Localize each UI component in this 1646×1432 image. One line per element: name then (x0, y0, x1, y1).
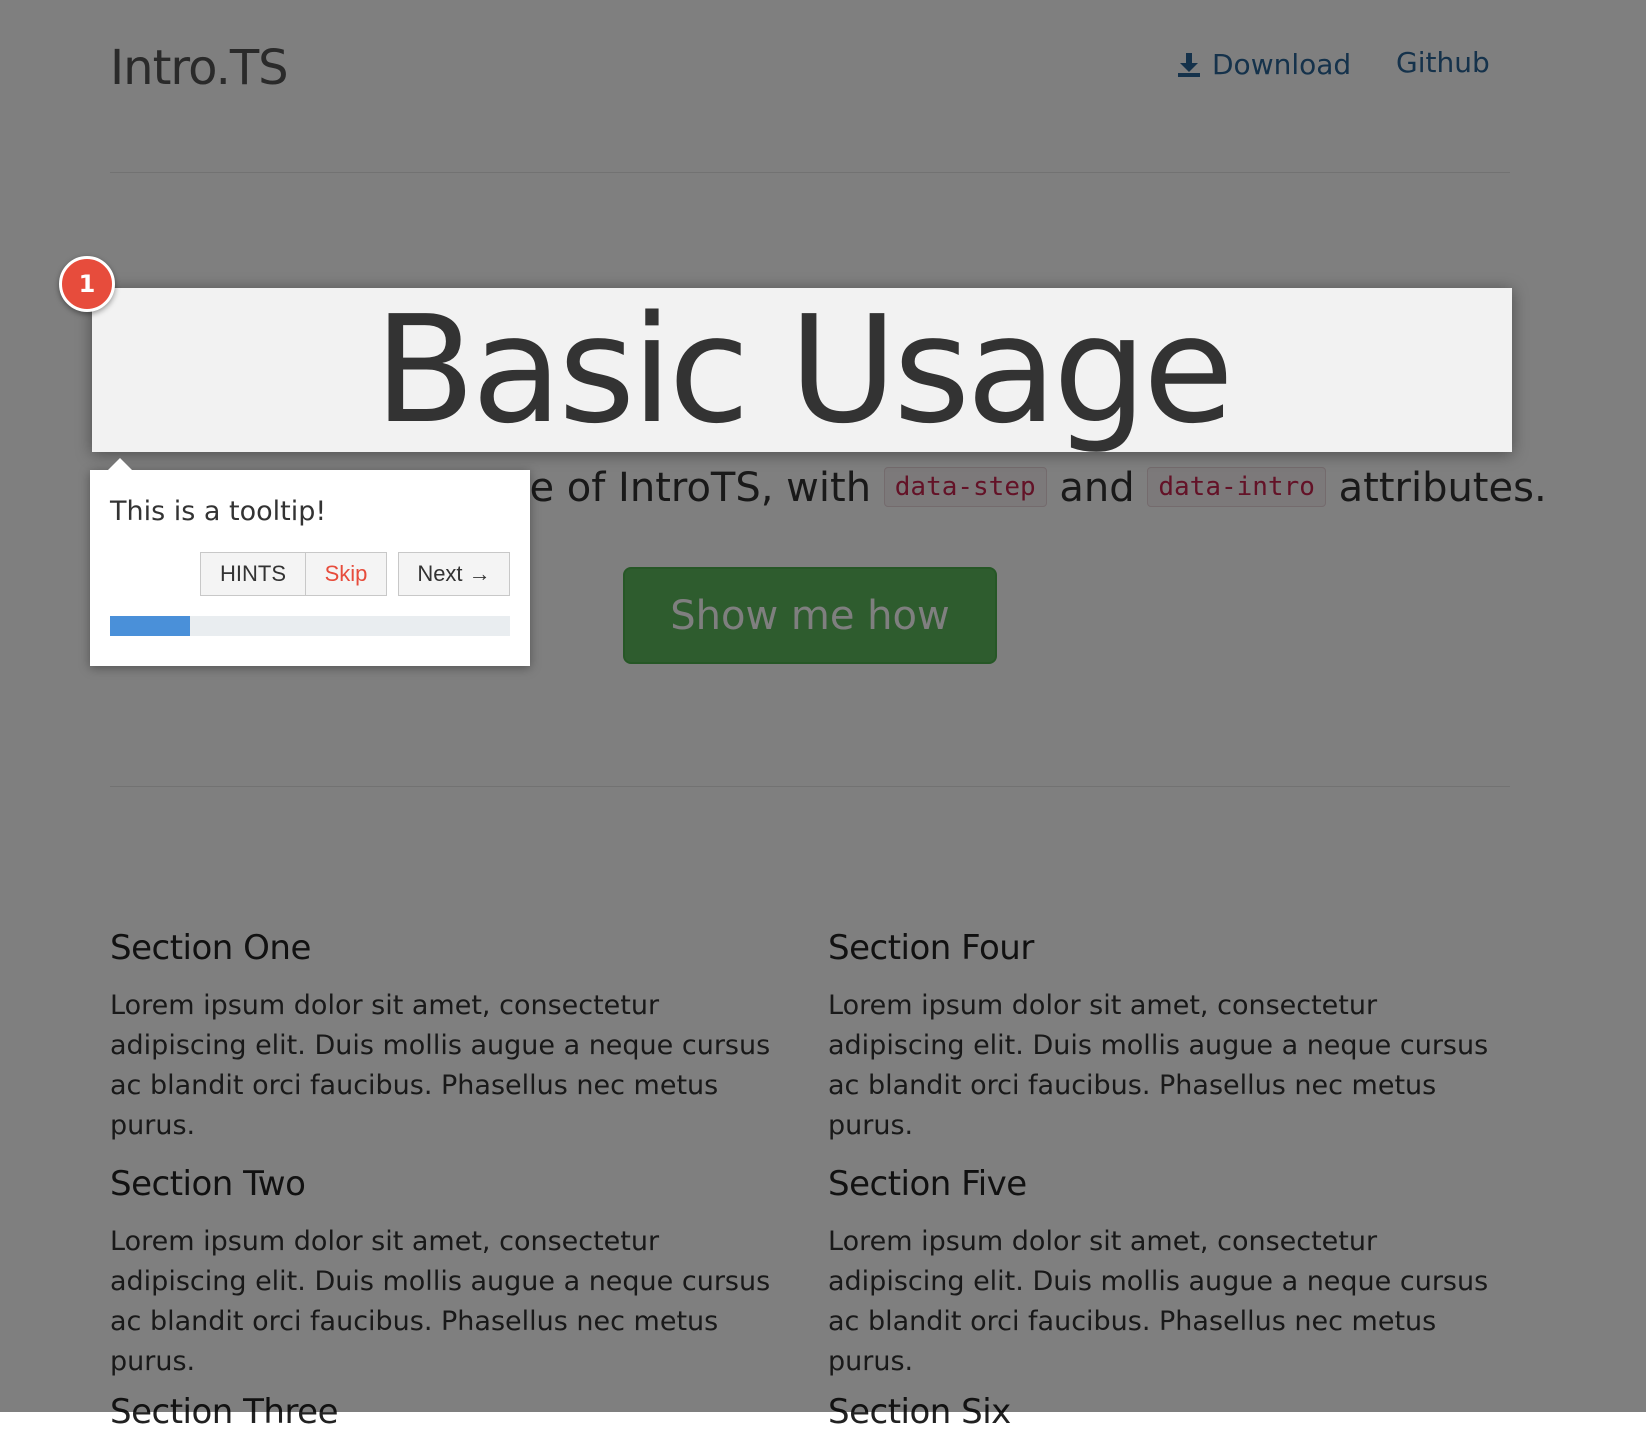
tooltip-text: This is a tooltip! (110, 496, 327, 527)
page: Intro.TS Download Github This is the bas… (0, 0, 1646, 1432)
tour-progress-fill (110, 616, 190, 636)
skip-button[interactable]: Skip (305, 552, 387, 596)
tour-progress-bar (110, 616, 510, 636)
step-number-badge: 1 (59, 256, 115, 312)
tooltip-arrow (108, 458, 132, 470)
hints-button[interactable]: HINTS (200, 552, 306, 596)
tour-overlay[interactable] (0, 0, 1646, 1412)
page-title: Basic Usage (374, 284, 1234, 456)
next-button[interactable]: Next → (398, 552, 510, 596)
tour-tooltip: This is a tooltip! HINTS Skip Next → (90, 458, 530, 666)
